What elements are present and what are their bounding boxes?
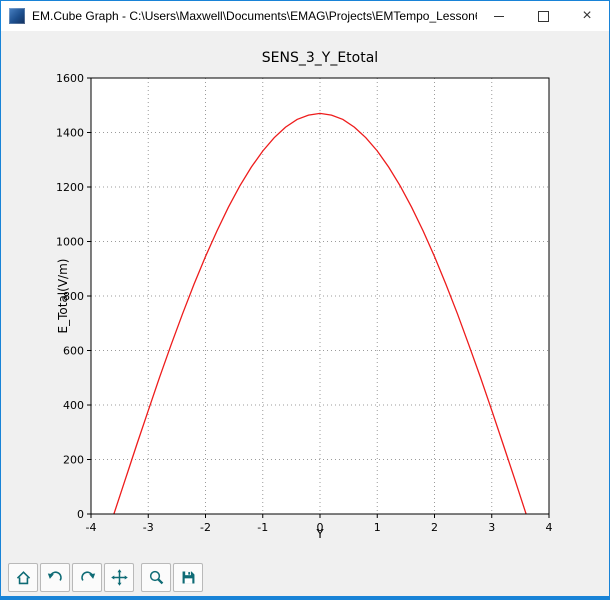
titlebar[interactable]: EM.Cube Graph - C:\Users\Maxwell\Documen… xyxy=(1,1,609,31)
home-icon xyxy=(15,569,32,586)
toolbar-forward-button[interactable] xyxy=(72,563,102,592)
toolbar-back-button[interactable] xyxy=(40,563,70,592)
y-tick-label: 1600 xyxy=(56,72,84,85)
toolbar-zoom-button[interactable] xyxy=(141,563,171,592)
minimize-button[interactable] xyxy=(477,1,521,31)
app-icon xyxy=(9,8,25,24)
toolbar-home-button[interactable] xyxy=(8,563,38,592)
chart-figure: -4-3-2-101234020040060080010001200140016… xyxy=(1,31,609,558)
toolbar-save-button[interactable] xyxy=(173,563,203,592)
close-button[interactable]: × xyxy=(565,1,609,31)
y-tick-label: 1400 xyxy=(56,127,84,140)
forward-icon xyxy=(79,569,96,586)
window-title: EM.Cube Graph - C:\Users\Maxwell\Documen… xyxy=(32,9,477,23)
window-controls: × xyxy=(477,1,609,31)
y-axis-label: E_Total(V/m) xyxy=(56,259,70,334)
app-window: EM.Cube Graph - C:\Users\Maxwell\Documen… xyxy=(0,0,610,600)
chart-toolbar xyxy=(1,558,609,596)
y-tick-label: 1200 xyxy=(56,181,84,194)
y-tick-label: 1000 xyxy=(56,236,84,249)
back-icon xyxy=(47,569,64,586)
y-tick-label: 400 xyxy=(63,399,84,412)
maximize-button[interactable] xyxy=(521,1,565,31)
y-tick-label: 0 xyxy=(77,508,84,521)
save-icon xyxy=(180,569,197,586)
zoom-icon xyxy=(148,569,165,586)
minimize-icon xyxy=(494,16,504,17)
maximize-icon xyxy=(538,11,549,22)
x-axis-label: Y xyxy=(91,527,549,541)
pan-icon xyxy=(111,569,128,586)
chart-title: SENS_3_Y_Etotal xyxy=(91,50,549,66)
plot-area[interactable]: -4-3-2-101234020040060080010001200140016… xyxy=(1,31,609,541)
y-tick-label: 200 xyxy=(63,454,84,467)
y-tick-label: 600 xyxy=(63,345,84,358)
close-icon: × xyxy=(582,8,591,24)
toolbar-pan-button[interactable] xyxy=(104,563,134,592)
